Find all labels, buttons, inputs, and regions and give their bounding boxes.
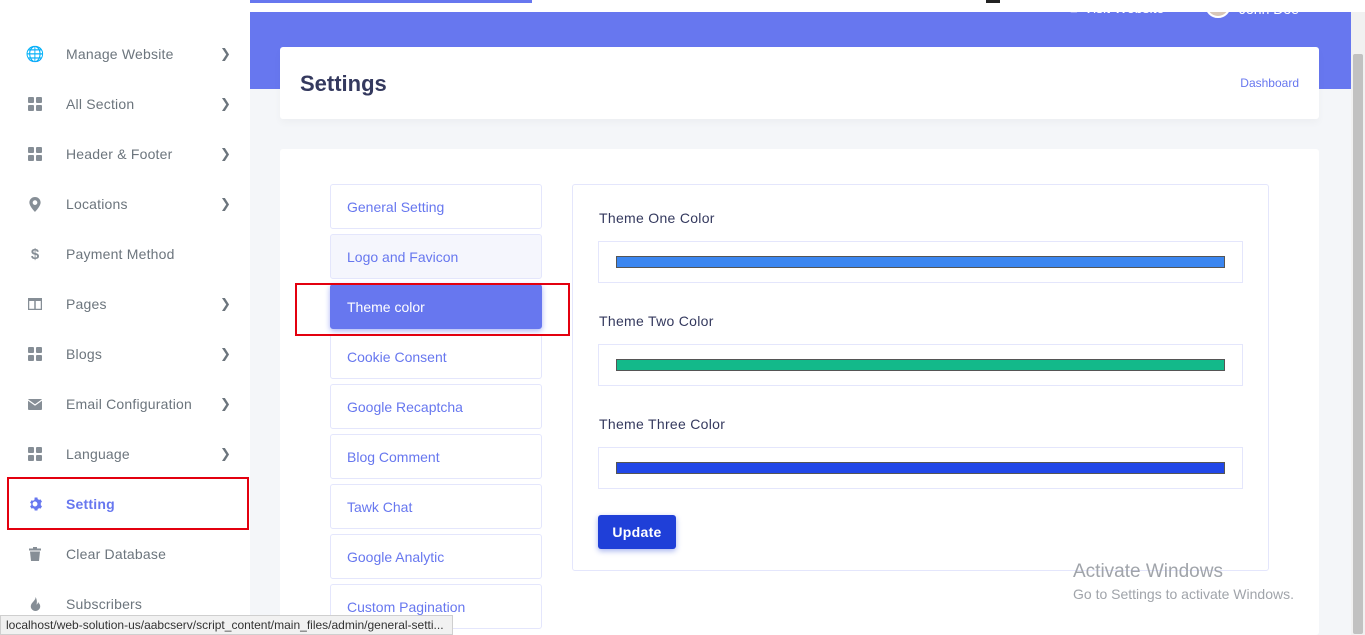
grid-icon — [27, 96, 43, 112]
tab-blog-comment[interactable]: Blog Comment — [330, 434, 542, 479]
tab-cookie-consent[interactable]: Cookie Consent — [330, 334, 542, 379]
grid-icon — [27, 446, 43, 462]
sidebar-item-label: Locations — [66, 196, 128, 212]
sidebar-item-label: Header & Footer — [66, 146, 173, 162]
sidebar-item-label: Subscribers — [66, 596, 143, 612]
sidebar-item-label: Blogs — [66, 346, 103, 362]
sidebar-item-blogs[interactable]: Blogs ❯ — [0, 329, 250, 379]
fire-icon — [27, 596, 43, 612]
browser-status-url: localhost/web-solution-us/aabcserv/scrip… — [0, 615, 453, 635]
sidebar-item-pages[interactable]: Pages ❯ — [0, 279, 250, 329]
trash-icon — [27, 546, 43, 562]
sidebar-item-clear-database[interactable]: Clear Database — [0, 529, 250, 579]
tab-google-recaptcha[interactable]: Google Recaptcha — [330, 384, 542, 429]
highlight-box-theme-color — [295, 283, 570, 336]
page-scrollbar[interactable] — [1351, 12, 1365, 635]
sidebar-item-email-configuration[interactable]: Email Configuration ❯ — [0, 379, 250, 429]
chevron-right-icon: ❯ — [220, 96, 231, 111]
chevron-right-icon: ❯ — [220, 296, 231, 311]
sidebar-item-header-footer[interactable]: Header & Footer ❯ — [0, 129, 250, 179]
windows-watermark-subtitle: Go to Settings to activate Windows. — [1073, 586, 1294, 602]
section-header: Settings Dashboard — [280, 47, 1319, 119]
sidebar-item-label: All Section — [66, 96, 135, 112]
sidebar-item-label: Payment Method — [66, 246, 175, 262]
tab-logo-and-favicon[interactable]: Logo and Favicon — [330, 234, 542, 279]
sidebar-item-payment-method[interactable]: $ Payment Method — [0, 229, 250, 279]
scrollbar-thumb[interactable] — [1353, 54, 1363, 634]
color-swatch[interactable] — [616, 359, 1225, 371]
grid-icon — [27, 346, 43, 362]
grid-icon — [27, 146, 43, 162]
theme-color-label: Theme One Color — [599, 210, 715, 226]
page-title: Settings — [300, 71, 387, 96]
sidebar-item-language[interactable]: Language ❯ — [0, 429, 250, 479]
chevron-right-icon: ❯ — [220, 46, 231, 61]
tab-tawk-chat[interactable]: Tawk Chat — [330, 484, 542, 529]
sidebar-item-all-section[interactable]: All Section ❯ — [0, 79, 250, 129]
update-button[interactable]: Update — [598, 515, 676, 549]
sidebar-item-locations[interactable]: Locations ❯ — [0, 179, 250, 229]
chevron-right-icon: ❯ — [220, 396, 231, 411]
theme-color-input[interactable] — [598, 241, 1243, 283]
sidebar-item-label: Email Configuration — [66, 396, 192, 412]
chevron-right-icon: ❯ — [220, 146, 231, 161]
theme-color-label: Theme Three Color — [599, 416, 726, 432]
tab-google-analytic[interactable]: Google Analytic — [330, 534, 542, 579]
chevron-right-icon: ❯ — [220, 196, 231, 211]
globe-icon: 🌐 — [25, 46, 45, 63]
sidebar-item-label: Clear Database — [66, 546, 167, 562]
browser-edge — [0, 0, 1365, 12]
sidebar-item-label: Pages — [66, 296, 107, 312]
breadcrumb-dashboard[interactable]: Dashboard — [1240, 76, 1299, 90]
windows-watermark-title: Activate Windows — [1073, 561, 1223, 582]
theme-color-label: Theme Two Color — [599, 313, 714, 329]
theme-color-input[interactable] — [598, 447, 1243, 489]
columns-icon — [27, 296, 43, 312]
sidebar-item-label: Manage Website — [66, 46, 174, 62]
envelope-icon — [27, 396, 43, 412]
color-swatch[interactable] — [616, 256, 1225, 268]
highlight-box-setting — [7, 477, 249, 530]
sidebar-item-label: Language — [66, 446, 130, 462]
map-pin-icon — [27, 196, 43, 212]
chevron-right-icon: ❯ — [220, 346, 231, 361]
chevron-right-icon: ❯ — [220, 446, 231, 461]
sidebar-item-manage-website[interactable]: 🌐 Manage Website ❯ — [0, 29, 250, 79]
dollar-icon: $ — [30, 245, 40, 263]
theme-color-input[interactable] — [598, 344, 1243, 386]
color-swatch[interactable] — [616, 462, 1225, 474]
tab-general-setting[interactable]: General Setting — [330, 184, 542, 229]
